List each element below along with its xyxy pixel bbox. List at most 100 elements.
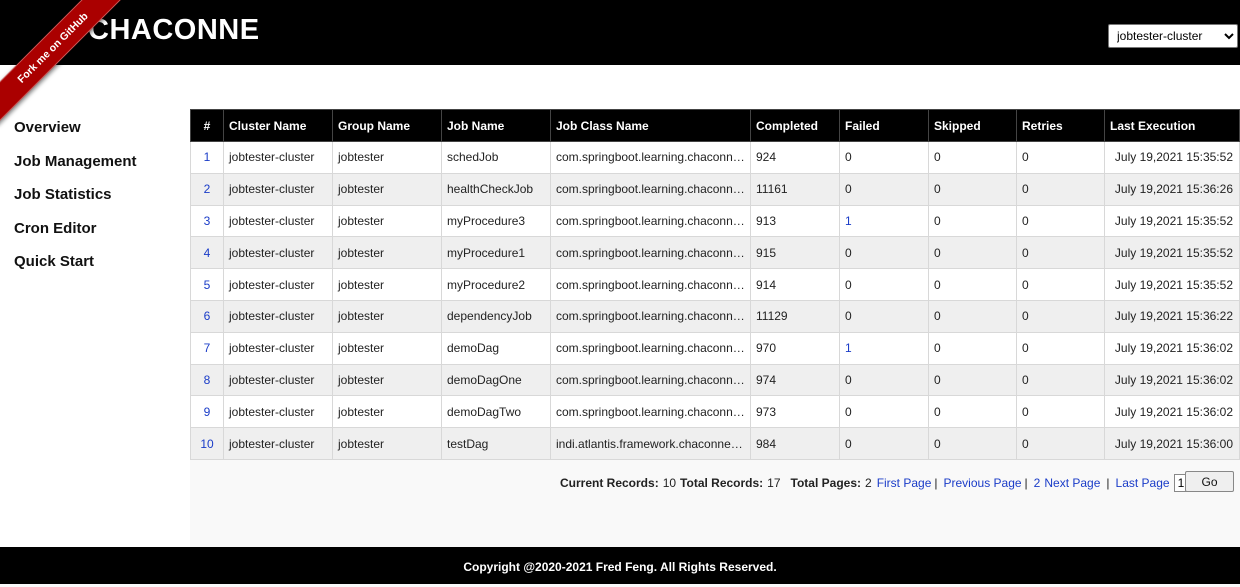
skipped-cell: 0 — [928, 427, 1017, 460]
last-execution-cell: July 19,2021 15:35:52 — [1104, 141, 1240, 174]
sidebar-item-quick-start[interactable]: Quick Start — [14, 253, 94, 270]
job-statistics-table: # Cluster Name Group Name Job Name Job C… — [190, 109, 1240, 460]
failed-cell: 0 — [839, 236, 929, 270]
page-2-link[interactable]: 2 — [1034, 476, 1041, 490]
job-name-cell: myProcedure3 — [441, 204, 551, 238]
column-header-job-name: Job Name — [441, 109, 551, 142]
skipped-cell: 0 — [928, 331, 1017, 365]
row-number-cell: 9 — [190, 395, 224, 429]
job-name-cell: schedJob — [441, 141, 551, 174]
last-execution-cell: July 19,2021 15:36:26 — [1104, 172, 1240, 206]
skipped-cell: 0 — [928, 395, 1017, 429]
column-header-failed: Failed — [839, 109, 929, 142]
sidebar: Overview Job Management Job Statistics C… — [0, 65, 190, 547]
sidebar-item-job-management[interactable]: Job Management — [14, 153, 137, 170]
completed-cell: 915 — [750, 236, 840, 270]
completed-cell: 924 — [750, 141, 840, 174]
row-number-cell: 7 — [190, 331, 224, 365]
last-execution-cell: July 19,2021 15:35:52 — [1104, 204, 1240, 238]
retries-cell: 0 — [1016, 268, 1105, 301]
row-number-link[interactable]: 2 — [204, 182, 211, 196]
cluster-name-cell: jobtester-cluster — [223, 268, 333, 301]
top-header: CHACONNE jobtester-cluster — [0, 0, 1240, 65]
retries-cell: 0 — [1016, 395, 1105, 429]
last-page-link[interactable]: Last Page — [1116, 476, 1170, 490]
table-header-row: # Cluster Name Group Name Job Name Job C… — [190, 109, 1240, 142]
cluster-name-cell: jobtester-cluster — [223, 427, 333, 460]
failed-cell: 0 — [839, 427, 929, 460]
job-class-name-cell: com.springboot.learning.chaconne.jobs.De… — [550, 363, 751, 397]
sidebar-item-cron-editor[interactable]: Cron Editor — [14, 220, 97, 237]
cluster-name-cell: jobtester-cluster — [223, 141, 333, 174]
row-number-link[interactable]: 5 — [204, 278, 211, 292]
previous-page-link[interactable]: Previous Page — [944, 476, 1022, 490]
cluster-select[interactable]: jobtester-cluster — [1108, 24, 1238, 48]
row-number-link[interactable]: 4 — [204, 246, 211, 260]
fork-on-github-ribbon[interactable]: Fork me on GitHub — [0, 0, 130, 126]
group-name-cell: jobtester — [332, 141, 442, 174]
go-button[interactable]: Go — [1185, 471, 1234, 492]
job-class-name-cell: com.springboot.learning.chaconne.jobs.De… — [550, 395, 751, 429]
table-row: 9 jobtester-cluster jobtester demoDagTwo… — [190, 395, 1240, 429]
group-name-cell: jobtester — [332, 395, 442, 429]
group-name-cell: jobtester — [332, 172, 442, 206]
job-class-name-cell: indi.atlantis.framework.chaconne.dag.Tes… — [550, 427, 751, 460]
group-name-cell: jobtester — [332, 427, 442, 460]
retries-cell: 0 — [1016, 236, 1105, 270]
completed-cell: 974 — [750, 363, 840, 397]
row-number-cell: 3 — [190, 204, 224, 238]
job-name-cell: demoDag — [441, 331, 551, 365]
completed-cell: 970 — [750, 331, 840, 365]
total-records-value: 17 — [767, 476, 781, 490]
job-class-name-cell: com.springboot.learning.chaconne.jobs.He… — [550, 172, 751, 206]
job-class-name-cell: com.springboot.learning.chaconne.jobs.Sc… — [550, 141, 751, 174]
completed-cell: 973 — [750, 395, 840, 429]
row-number-link[interactable]: 6 — [204, 309, 211, 323]
pager-separator: | — [934, 476, 938, 490]
retries-cell: 0 — [1016, 363, 1105, 397]
column-header-number: # — [190, 109, 224, 142]
retries-cell: 0 — [1016, 299, 1105, 333]
last-execution-cell: July 19,2021 15:35:52 — [1104, 236, 1240, 270]
skipped-cell: 0 — [928, 268, 1017, 301]
group-name-cell: jobtester — [332, 299, 442, 333]
table-row: 3 jobtester-cluster jobtester myProcedur… — [190, 204, 1240, 238]
table-row: 2 jobtester-cluster jobtester healthChec… — [190, 172, 1240, 206]
completed-cell: 11129 — [750, 299, 840, 333]
row-number-link[interactable]: 7 — [204, 341, 211, 355]
column-header-group-name: Group Name — [332, 109, 442, 142]
row-number-link[interactable]: 8 — [204, 373, 211, 387]
cluster-name-cell: jobtester-cluster — [223, 395, 333, 429]
completed-cell: 984 — [750, 427, 840, 460]
job-name-cell: demoDagOne — [441, 363, 551, 397]
row-number-link[interactable]: 9 — [204, 405, 211, 419]
pager-separator: | — [1024, 476, 1028, 490]
group-name-cell: jobtester — [332, 236, 442, 270]
pagination-bar: Current Records: 10 Total Records: 17 To… — [560, 473, 1212, 493]
row-number-link[interactable]: 3 — [204, 214, 211, 228]
job-class-name-cell: com.springboot.learning.chaconne.jobs.De… — [550, 331, 751, 365]
column-header-last-execution: Last Execution — [1104, 109, 1240, 142]
pager-separator: | — [1106, 476, 1110, 490]
next-page-link[interactable]: Next Page — [1044, 476, 1100, 490]
cluster-name-cell: jobtester-cluster — [223, 363, 333, 397]
row-number-link[interactable]: 1 — [204, 150, 211, 164]
column-header-retries: Retries — [1016, 109, 1105, 142]
completed-cell: 11161 — [750, 172, 840, 206]
job-class-name-cell: com.springboot.learning.chaconne.jobs.My… — [550, 268, 751, 301]
job-name-cell: myProcedure2 — [441, 268, 551, 301]
column-header-completed: Completed — [750, 109, 840, 142]
failed-cell: 0 — [839, 268, 929, 301]
job-name-cell: healthCheckJob — [441, 172, 551, 206]
row-number-cell: 8 — [190, 363, 224, 397]
job-name-cell: testDag — [441, 427, 551, 460]
cluster-name-cell: jobtester-cluster — [223, 299, 333, 333]
sidebar-item-job-statistics[interactable]: Job Statistics — [14, 186, 112, 203]
last-execution-cell: July 19,2021 15:35:52 — [1104, 268, 1240, 301]
cluster-name-cell: jobtester-cluster — [223, 331, 333, 365]
first-page-link[interactable]: First Page — [877, 476, 932, 490]
footer: Copyright @2020-2021 Fred Feng. All Righ… — [0, 547, 1240, 584]
current-records-label: Current Records: — [560, 476, 659, 490]
last-execution-cell: July 19,2021 15:36:00 — [1104, 427, 1240, 460]
row-number-link[interactable]: 10 — [200, 437, 213, 451]
